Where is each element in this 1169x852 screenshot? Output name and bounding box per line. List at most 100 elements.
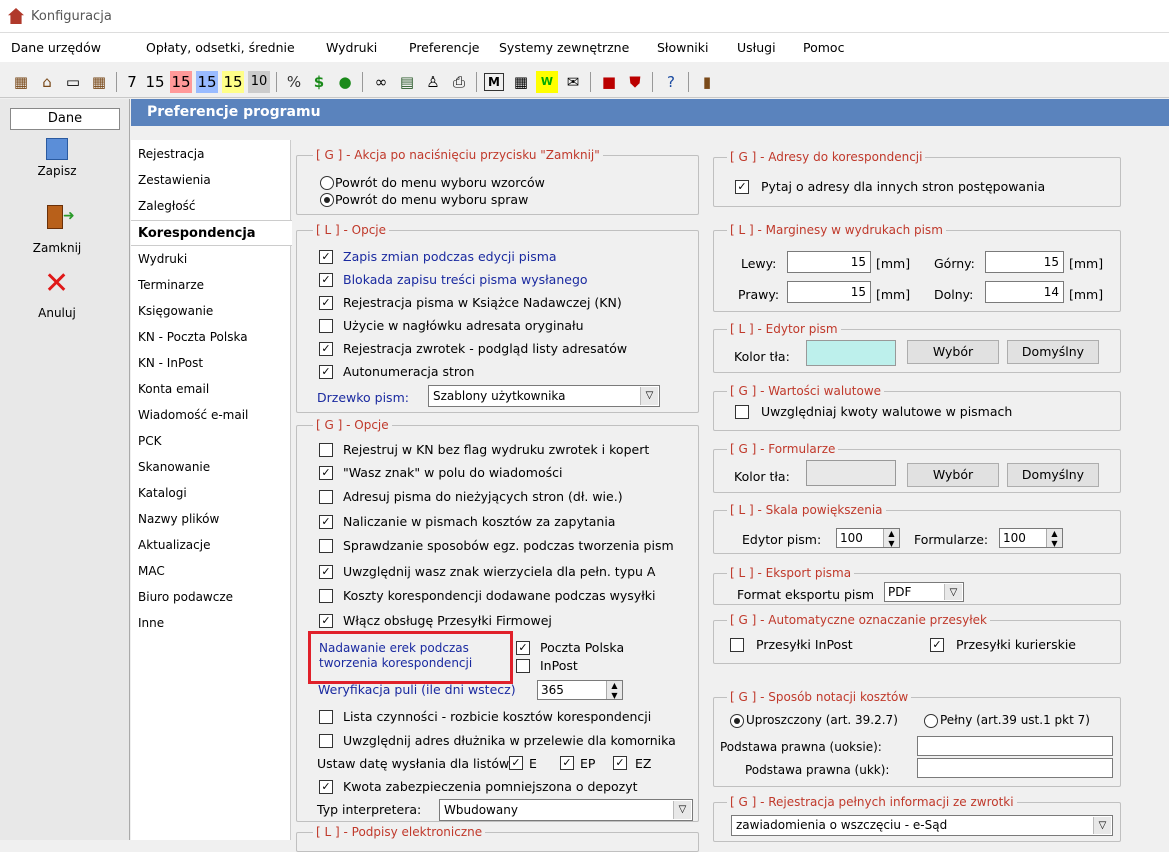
template-m-icon[interactable]: M <box>484 73 504 91</box>
checkbox[interactable]: ✓ <box>930 638 944 652</box>
margin-lewy-input[interactable]: 15 <box>787 251 871 273</box>
nav-item[interactable]: Zestawienia <box>138 173 211 187</box>
spinner-icon[interactable]: ▲ ▼ <box>1046 529 1062 547</box>
nav-item[interactable]: KN - Poczta Polska <box>138 330 248 344</box>
nav-item[interactable]: Katalogi <box>138 486 187 500</box>
menu-slowniki[interactable]: Słowniki <box>657 40 708 55</box>
menu-wydruki[interactable]: Wydruki <box>326 40 377 55</box>
menu-preferencje[interactable]: Preferencje <box>409 40 479 55</box>
typ-dropdown[interactable]: Wbudowany ▽ <box>439 799 693 821</box>
help-icon[interactable]: ? <box>660 71 682 93</box>
menu-dane-urzedow[interactable]: Dane urzędów <box>11 40 101 55</box>
wybor-button[interactable]: Wybór <box>907 340 999 364</box>
nav-item-selected[interactable]: Korespondencja <box>138 226 256 241</box>
envelope-icon[interactable]: ✉ <box>562 71 584 93</box>
domyslny-button[interactable]: Domyślny <box>1007 463 1099 487</box>
checkbox[interactable]: ✓ <box>319 365 333 379</box>
rate-10-button[interactable]: 10 <box>248 71 270 93</box>
checkbox[interactable]: ✓ <box>319 250 333 264</box>
margin-gorny-input[interactable]: 15 <box>985 251 1064 273</box>
checkbox[interactable] <box>319 734 333 748</box>
rate-15-red-button[interactable]: 15 <box>170 71 192 93</box>
domyslny-button[interactable]: Domyślny <box>1007 340 1099 364</box>
shield-icon[interactable]: ⛊ <box>624 71 646 93</box>
checkbox-poczta-polska[interactable]: ✓ <box>516 641 530 655</box>
menu-systemy[interactable]: Systemy zewnętrzne <box>499 40 629 55</box>
checkbox-e[interactable]: ✓ <box>509 756 523 770</box>
save-button[interactable]: Zapisz <box>15 164 99 178</box>
spinner-icon[interactable]: ▲ ▼ <box>606 681 622 699</box>
color-swatch[interactable] <box>806 460 896 486</box>
calendar-icon[interactable]: ▦ <box>510 71 532 93</box>
checkbox[interactable]: ✓ <box>319 466 333 480</box>
checkbox[interactable] <box>735 405 749 419</box>
checkbox-ez[interactable]: ✓ <box>613 756 627 770</box>
checkbox[interactable]: ✓ <box>319 342 333 356</box>
rate-7-button[interactable]: 7 <box>124 71 140 93</box>
checkbox-inpost[interactable] <box>516 659 530 673</box>
radio-pelny[interactable] <box>924 714 938 728</box>
checkbox[interactable] <box>319 539 333 553</box>
checkbox[interactable]: ✓ <box>735 180 749 194</box>
exit-door-icon[interactable] <box>47 205 63 229</box>
nav-item[interactable]: Wiadomość e-mail <box>138 408 248 422</box>
checkbox[interactable] <box>319 490 333 504</box>
calculator-icon[interactable]: ▤ <box>396 71 418 93</box>
rate-15-yellow-button[interactable]: 15 <box>222 71 244 93</box>
cancel-button[interactable]: Anuluj <box>15 306 99 320</box>
checkbox[interactable]: ✓ <box>319 296 333 310</box>
menu-oplaty[interactable]: Opłaty, odsetki, średnie <box>146 40 295 55</box>
checkbox[interactable]: ✓ <box>319 614 333 628</box>
dollar-button[interactable]: $ <box>310 71 328 93</box>
nav-item[interactable]: Nazwy plików <box>138 512 219 526</box>
rate-15-blue-button[interactable]: 15 <box>196 71 218 93</box>
nav-item[interactable]: Zaległość <box>138 199 196 213</box>
rate-15-button[interactable]: 15 <box>144 71 166 93</box>
checkbox[interactable] <box>319 710 333 724</box>
drzewko-dropdown[interactable]: Szablony użytkownika ▽ <box>428 385 660 407</box>
menu-uslugi[interactable]: Usługi <box>737 40 776 55</box>
nav-item[interactable]: Inne <box>138 616 164 630</box>
checkbox[interactable]: ✓ <box>319 273 333 287</box>
nav-item[interactable]: Rejestracja <box>138 147 204 161</box>
book-icon[interactable]: ■ <box>598 71 620 93</box>
nav-item[interactable]: Skanowanie <box>138 460 210 474</box>
nav-item[interactable]: KN - InPost <box>138 356 203 370</box>
spinner-icon[interactable]: ▲ ▼ <box>883 529 899 547</box>
money-bag-icon[interactable]: ● <box>334 71 356 93</box>
radio-spraw[interactable] <box>320 193 334 207</box>
checkbox[interactable] <box>730 638 744 652</box>
checkbox[interactable] <box>319 443 333 457</box>
nav-item[interactable]: Konta email <box>138 382 209 396</box>
margin-dolny-input[interactable]: 14 <box>985 281 1064 303</box>
checkbox-ep[interactable]: ✓ <box>560 756 574 770</box>
checkbox[interactable]: ✓ <box>319 780 333 794</box>
nav-item[interactable]: Wydruki <box>138 252 187 266</box>
color-swatch[interactable] <box>806 340 896 366</box>
checkbox[interactable]: ✓ <box>319 515 333 529</box>
zoom-edytor-input[interactable]: 100 ▲ ▼ <box>836 528 900 548</box>
weryfikacja-input[interactable]: 365 ▲ ▼ <box>537 680 623 700</box>
stamp-icon[interactable]: ♙ <box>422 71 444 93</box>
wybor-button[interactable]: Wybór <box>907 463 999 487</box>
nav-item[interactable]: Terminarze <box>138 278 204 292</box>
close-button[interactable]: Zamknij <box>15 241 99 255</box>
checkbox[interactable] <box>319 319 333 333</box>
eksport-dropdown[interactable]: PDF ▽ <box>884 582 964 602</box>
ukk-input[interactable] <box>917 758 1113 778</box>
court-icon[interactable]: ⌂ <box>36 71 58 93</box>
radio-wzorcow[interactable] <box>320 176 334 190</box>
rejestracja-dropdown[interactable]: zawiadomienia o wszczęciu - e-Sąd ▽ <box>731 815 1113 836</box>
zoom-form-input[interactable]: 100 ▲ ▼ <box>999 528 1063 548</box>
nav-item[interactable]: Biuro podawcze <box>138 590 233 604</box>
checkbox[interactable]: ✓ <box>319 565 333 579</box>
exit-door-icon[interactable]: ▮ <box>696 71 718 93</box>
checkbox[interactable] <box>319 589 333 603</box>
nav-item[interactable]: Aktualizacje <box>138 538 210 552</box>
cancel-x-icon[interactable]: ✕ <box>44 269 69 299</box>
glasses-icon[interactable]: ∞ <box>370 71 392 93</box>
save-icon[interactable] <box>46 138 68 160</box>
margin-prawy-input[interactable]: 15 <box>787 281 871 303</box>
nav-item[interactable]: Księgowanie <box>138 304 213 318</box>
printer-icon[interactable]: ⎙ <box>448 71 470 93</box>
